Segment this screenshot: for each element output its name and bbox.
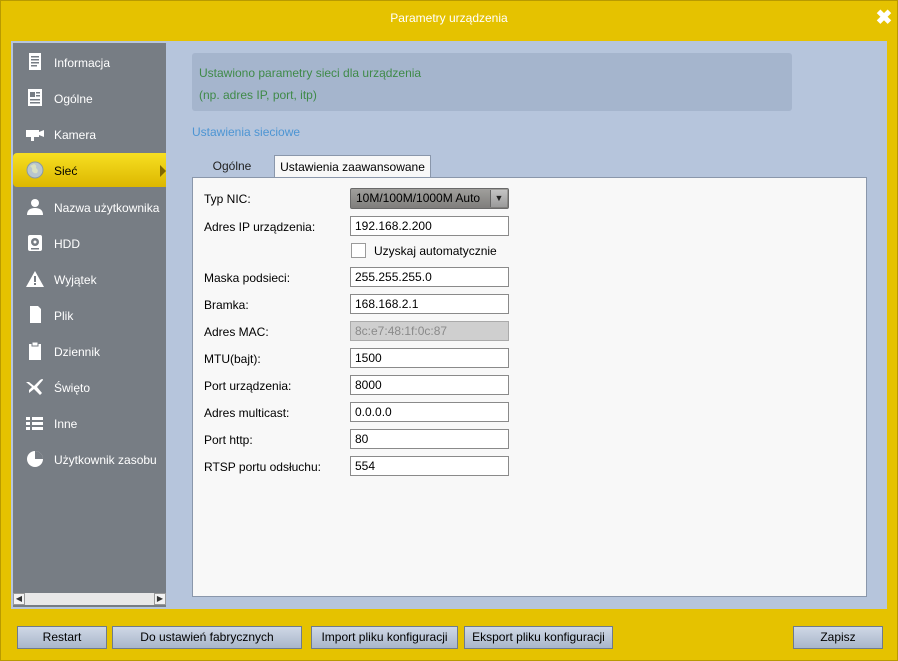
sidebar-item-label: Inne [54,417,78,431]
sidebar-item-dziennik[interactable]: Dziennik [13,334,166,368]
info-text-line1: Ustawiono parametry sieci dla urządzenia [199,66,422,80]
device-parameters-window: Parametry urządzenia ✖ Informacja Ogólne [0,0,898,661]
multicast-input[interactable] [350,402,509,422]
globe-icon [25,161,45,179]
sidebar-item-ogolne[interactable]: Ogólne [13,81,166,115]
sidebar-item-hdd[interactable]: HDD [13,226,166,260]
sidebar-item-label: Plik [54,309,74,323]
ip-label: Adres IP urządzenia: [204,220,316,234]
chevron-down-icon[interactable]: ▼ [490,190,507,207]
pie-icon [25,450,45,468]
sidebar-item-wyjatek[interactable]: Wyjątek [13,262,166,296]
sidebar-item-label: HDD [54,237,80,251]
tab-advanced[interactable]: Ustawienia zaawansowane [274,155,431,177]
export-config-button[interactable]: Eksport pliku konfiguracji [464,626,613,649]
mtu-label: MTU(bajt): [204,352,261,366]
gateway-label: Bramka: [204,298,249,312]
document-icon [25,53,45,71]
subnet-input[interactable] [350,267,509,287]
restart-button[interactable]: Restart [17,626,107,649]
sidebar-item-kamera[interactable]: Kamera [13,117,166,151]
tab-general[interactable]: Ogólne [192,155,272,177]
active-arrow-icon [160,165,166,177]
rtsp-port-input[interactable] [350,456,509,476]
clipboard-icon [25,341,45,360]
device-port-label: Port urządzenia: [204,379,292,393]
sidebar-item-label: Kamera [54,128,97,142]
info-text-line2: (np. adres IP, port, itp) [199,88,317,102]
section-title: Ustawienia sieciowe [192,125,301,139]
file-icon [25,306,45,324]
close-icon[interactable]: ✖ [875,8,893,28]
sidebar-item-informacja[interactable]: Informacja [13,45,166,79]
nic-type-value: 10M/100M/1000M Auto [356,191,481,205]
gateway-input[interactable] [350,294,509,314]
window-title: Parametry urządzenia [390,11,508,25]
auto-obtain-label: Uzyskaj automatycznie [374,244,497,258]
sidebar-item-label: Nazwa użytkownika [54,201,160,215]
multicast-label: Adres multicast: [204,406,290,420]
user-icon [25,198,45,216]
nic-type-label: Typ NIC: [204,192,251,206]
scroll-left-icon[interactable]: ◀ [13,593,25,605]
subnet-label: Maska podsieci: [204,271,291,285]
sidebar-item-swieto[interactable]: Święto [13,370,166,404]
mac-input [350,321,509,341]
mtu-input[interactable] [350,348,509,368]
sidebar-item-plik[interactable]: Plik [13,298,166,332]
sidebar-item-label: Wyjątek [54,273,97,287]
save-button[interactable]: Zapisz [793,626,883,649]
factory-defaults-button[interactable]: Do ustawień fabrycznych [112,626,302,649]
sidebar-item-siec[interactable]: Sieć [13,153,166,187]
sidebar-item-label: Dziennik [54,345,101,359]
network-settings-form: Typ NIC: 10M/100M/1000M Auto ▼ Adres IP … [192,177,867,597]
sidebar-item-label: Ogólne [54,92,93,106]
general-icon [25,89,45,107]
auto-obtain-checkbox[interactable] [351,243,366,258]
scroll-right-icon[interactable]: ▶ [154,593,166,605]
mac-label: Adres MAC: [204,325,269,339]
http-port-input[interactable] [350,429,509,449]
rtsp-port-label: RTSP portu odsłuchu: [204,460,321,474]
nic-type-select[interactable]: 10M/100M/1000M Auto ▼ [350,188,509,209]
airplane-icon [25,378,45,396]
warning-icon [25,270,45,288]
sidebar-item-uzytkownik-zasobu[interactable]: Użytkownik zasobu [13,442,166,476]
camera-icon [25,125,45,143]
import-config-button[interactable]: Import pliku konfiguracji [311,626,458,649]
sidebar: Informacja Ogólne Kamera Sieć Nazwa użyt… [13,43,166,607]
info-box: Ustawiono parametry sieci dla urządzenia… [192,53,792,111]
sidebar-item-label: Użytkownik zasobu [54,453,157,467]
list-icon [25,414,45,432]
device-port-input[interactable] [350,375,509,395]
sidebar-item-label: Święto [54,381,91,395]
content-area: Informacja Ogólne Kamera Sieć Nazwa użyt… [11,41,887,609]
sidebar-item-label: Informacja [54,56,111,70]
ip-input[interactable] [350,216,509,236]
http-port-label: Port http: [204,433,253,447]
sidebar-item-nazwa-uzytkownika[interactable]: Nazwa użytkownika [13,190,166,224]
sidebar-item-label: Sieć [54,164,78,178]
sidebar-horizontal-scrollbar[interactable]: ◀ ▶ [13,593,166,605]
hdd-icon [25,234,45,252]
sidebar-item-inne[interactable]: Inne [13,406,166,440]
